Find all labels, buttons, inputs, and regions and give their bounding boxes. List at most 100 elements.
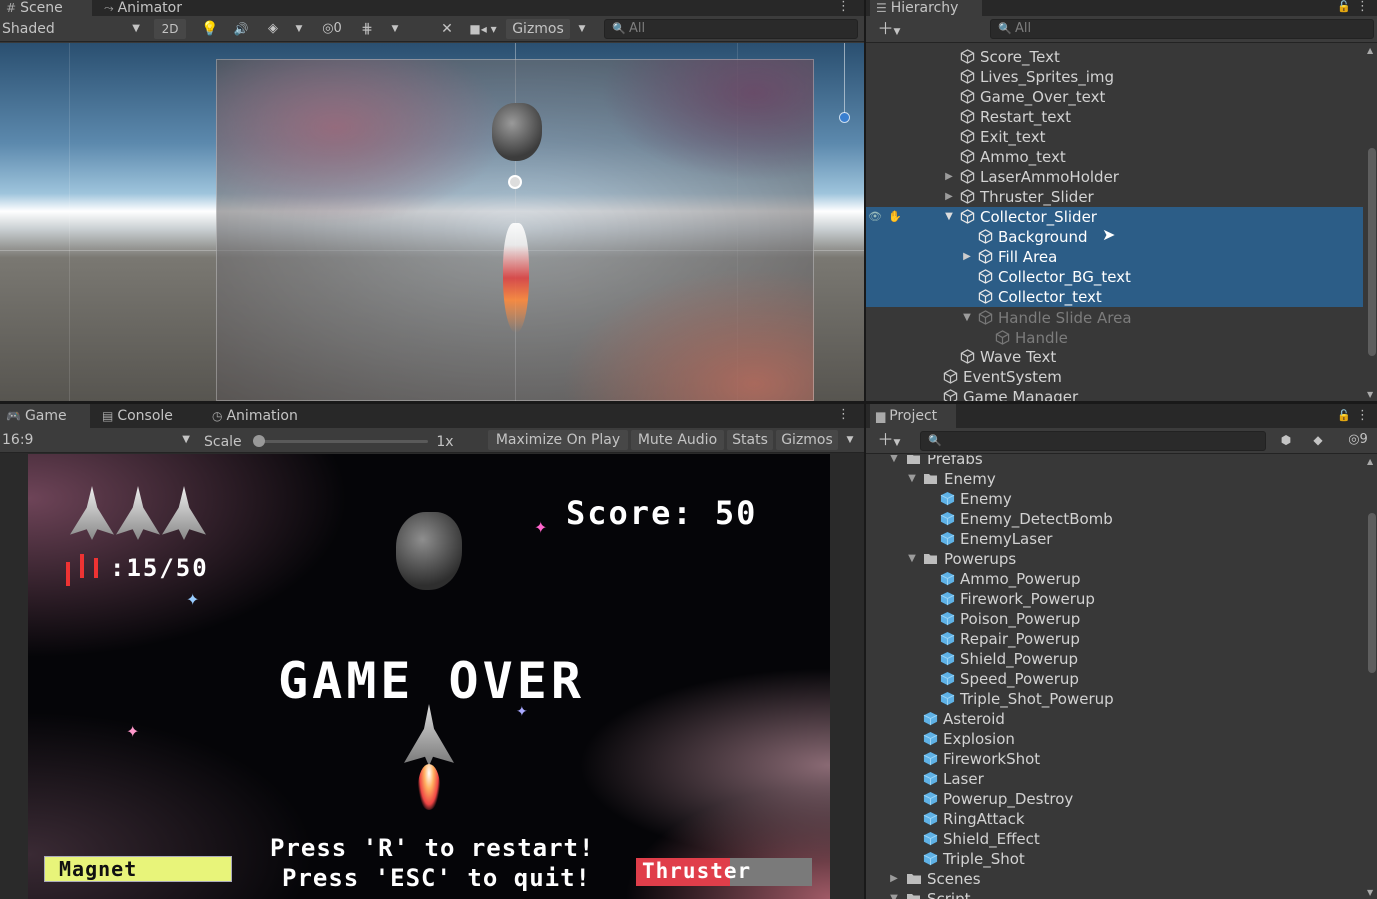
- scrollbar-thumb[interactable]: [1368, 148, 1376, 356]
- tab-hierarchy[interactable]: ☰ Hierarchy: [870, 0, 982, 16]
- folder-item[interactable]: ▼ Prefabs: [866, 455, 1363, 469]
- prefab-item[interactable]: Explosion: [866, 729, 1363, 749]
- prefab-item[interactable]: Laser: [866, 769, 1363, 789]
- effects-icon[interactable]: ◈: [262, 19, 284, 39]
- pickable-hand-icon[interactable]: ✋: [888, 207, 902, 227]
- prefab-item[interactable]: Firework_Powerup: [866, 589, 1363, 609]
- prefab-item[interactable]: Triple_Shot_Powerup: [866, 689, 1363, 709]
- scroll-down-icon[interactable]: ▼: [1367, 390, 1373, 399]
- prefab-item[interactable]: Ammo_Powerup: [866, 569, 1363, 589]
- game-menu-icon[interactable]: ⋮: [837, 408, 850, 421]
- prefab-item[interactable]: Enemy_DetectBomb: [866, 509, 1363, 529]
- expand-arrow-icon[interactable]: ▼: [906, 549, 918, 569]
- hidden-packages-icon[interactable]: ◎9: [1340, 430, 1376, 450]
- tree-item[interactable]: Wave Text: [866, 347, 1363, 367]
- search-by-type-icon[interactable]: ⬢: [1276, 430, 1296, 450]
- create-asset-button[interactable]: ＋▼: [872, 430, 906, 450]
- grid-snap-icon[interactable]: ⋕: [356, 19, 378, 39]
- scroll-down-icon[interactable]: ▼: [1367, 888, 1373, 897]
- expand-arrow-icon[interactable]: ▼: [961, 308, 973, 328]
- create-button[interactable]: ＋▼: [872, 19, 906, 39]
- tools-icon[interactable]: ✕: [436, 19, 458, 39]
- toggle-2d-button[interactable]: 2D: [154, 19, 186, 39]
- scene-visibility-icon[interactable]: ◎0: [314, 19, 350, 39]
- gizmos-dropdown-icon[interactable]: ▼: [574, 19, 590, 39]
- tree-item[interactable]: Score_Text: [866, 47, 1363, 67]
- hierarchy-menu-icon[interactable]: ⋮: [1356, 0, 1369, 13]
- maximize-on-play-button[interactable]: Maximize On Play: [488, 430, 628, 450]
- scene-search-input[interactable]: 🔍 All: [604, 19, 858, 39]
- lighting-icon[interactable]: 💡: [200, 19, 220, 39]
- expand-arrow-icon[interactable]: ▼: [943, 207, 955, 227]
- lock-icon[interactable]: 🔓: [1337, 409, 1351, 422]
- hierarchy-search-input[interactable]: 🔍 All: [990, 19, 1374, 39]
- prefab-item[interactable]: RingAttack: [866, 809, 1363, 829]
- expand-arrow-icon[interactable]: ▼: [888, 455, 900, 469]
- slider-handle[interactable]: [253, 435, 265, 447]
- prefab-item[interactable]: Shield_Effect: [866, 829, 1363, 849]
- scroll-up-icon[interactable]: ▲: [1367, 46, 1373, 55]
- tree-item[interactable]: Game Manager: [866, 387, 1363, 401]
- scroll-up-icon[interactable]: ▲: [1367, 457, 1373, 466]
- tree-item[interactable]: Restart_text: [866, 107, 1363, 127]
- visibility-eye-icon[interactable]: 👁: [868, 207, 882, 227]
- tree-item[interactable]: Lives_Sprites_img: [866, 67, 1363, 87]
- audio-icon[interactable]: 🔊: [230, 19, 252, 39]
- lock-icon[interactable]: 🔓: [1337, 0, 1351, 13]
- shading-mode-dropdown[interactable]: Shaded ▼: [0, 19, 146, 39]
- tab-project[interactable]: ▆ Project: [870, 404, 956, 428]
- prefab-item[interactable]: Repair_Powerup: [866, 629, 1363, 649]
- player-ship-sprite[interactable]: [503, 223, 529, 333]
- tree-item[interactable]: Exit_text: [866, 127, 1363, 147]
- asteroid-sprite[interactable]: [492, 103, 542, 161]
- tree-item[interactable]: Game_Over_text: [866, 87, 1363, 107]
- scale-slider[interactable]: [253, 435, 428, 447]
- prefab-item[interactable]: Shield_Powerup: [866, 649, 1363, 669]
- scrollbar-thumb[interactable]: [1368, 513, 1376, 673]
- effects-dropdown-icon[interactable]: ▼: [292, 19, 306, 39]
- gizmos-button[interactable]: Gizmos: [506, 19, 570, 39]
- prefab-item[interactable]: EnemyLaser: [866, 529, 1363, 549]
- mute-audio-button[interactable]: Mute Audio: [631, 430, 724, 450]
- tab-console[interactable]: ▤ Console: [96, 404, 179, 428]
- transform-handle-icon[interactable]: [839, 112, 850, 123]
- tree-item-selected[interactable]: 👁 ✋ ▼ Collector_Slider: [866, 207, 1363, 227]
- tab-game[interactable]: 🎮 Game: [0, 404, 90, 428]
- expand-arrow-icon[interactable]: ▼: [906, 469, 918, 489]
- tree-item-selected[interactable]: Collector_BG_text: [866, 267, 1363, 287]
- prefab-item[interactable]: Speed_Powerup: [866, 669, 1363, 689]
- project-search-input[interactable]: 🔍: [920, 431, 1266, 451]
- prefab-item[interactable]: Asteroid: [866, 709, 1363, 729]
- prefab-item[interactable]: Poison_Powerup: [866, 609, 1363, 629]
- folder-item[interactable]: ▶ Scenes: [866, 869, 1363, 889]
- expand-arrow-icon[interactable]: ▶: [943, 187, 955, 207]
- aspect-ratio-dropdown[interactable]: 16:9 ▼: [0, 430, 194, 450]
- tab-animator[interactable]: ⤳ Animator: [98, 0, 188, 16]
- folder-item[interactable]: ▼ Powerups: [866, 549, 1363, 569]
- tree-item[interactable]: ▶ LaserAmmoHolder: [866, 167, 1363, 187]
- scene-viewport[interactable]: [0, 43, 864, 401]
- tree-item-inactive[interactable]: ▼ Handle Slide Area: [866, 308, 1363, 328]
- game-gizmos-button[interactable]: Gizmos: [776, 430, 838, 450]
- tree-item-selected[interactable]: ▶ Fill Area: [866, 247, 1363, 267]
- search-by-label-icon[interactable]: ◆: [1308, 430, 1328, 450]
- camera-icon[interactable]: ■◂ ▾: [466, 19, 500, 39]
- prefab-item[interactable]: Triple_Shot: [866, 849, 1363, 869]
- expand-arrow-icon[interactable]: ▶: [888, 869, 900, 889]
- prefab-item[interactable]: FireworkShot: [866, 749, 1363, 769]
- gizmos-dropdown-icon[interactable]: ▼: [842, 430, 858, 450]
- scene-menu-icon[interactable]: ⋮: [837, 0, 850, 13]
- folder-item[interactable]: ▼ Enemy: [866, 469, 1363, 489]
- hierarchy-scrollbar[interactable]: ▲ ▼: [1366, 44, 1376, 401]
- tree-item-selected[interactable]: Collector_text: [866, 287, 1363, 307]
- expand-arrow-icon[interactable]: ▼: [888, 889, 900, 899]
- prefab-item[interactable]: Enemy: [866, 489, 1363, 509]
- expand-arrow-icon[interactable]: ▶: [961, 247, 973, 267]
- expand-arrow-icon[interactable]: ▶: [943, 167, 955, 187]
- tree-item[interactable]: ▶ Thruster_Slider: [866, 187, 1363, 207]
- project-menu-icon[interactable]: ⋮: [1356, 409, 1369, 422]
- tree-item-selected[interactable]: Background ➤: [866, 225, 1363, 247]
- tab-scene[interactable]: # Scene: [0, 0, 92, 16]
- tree-item[interactable]: Ammo_text: [866, 147, 1363, 167]
- tab-animation[interactable]: ◷ Animation: [206, 404, 304, 428]
